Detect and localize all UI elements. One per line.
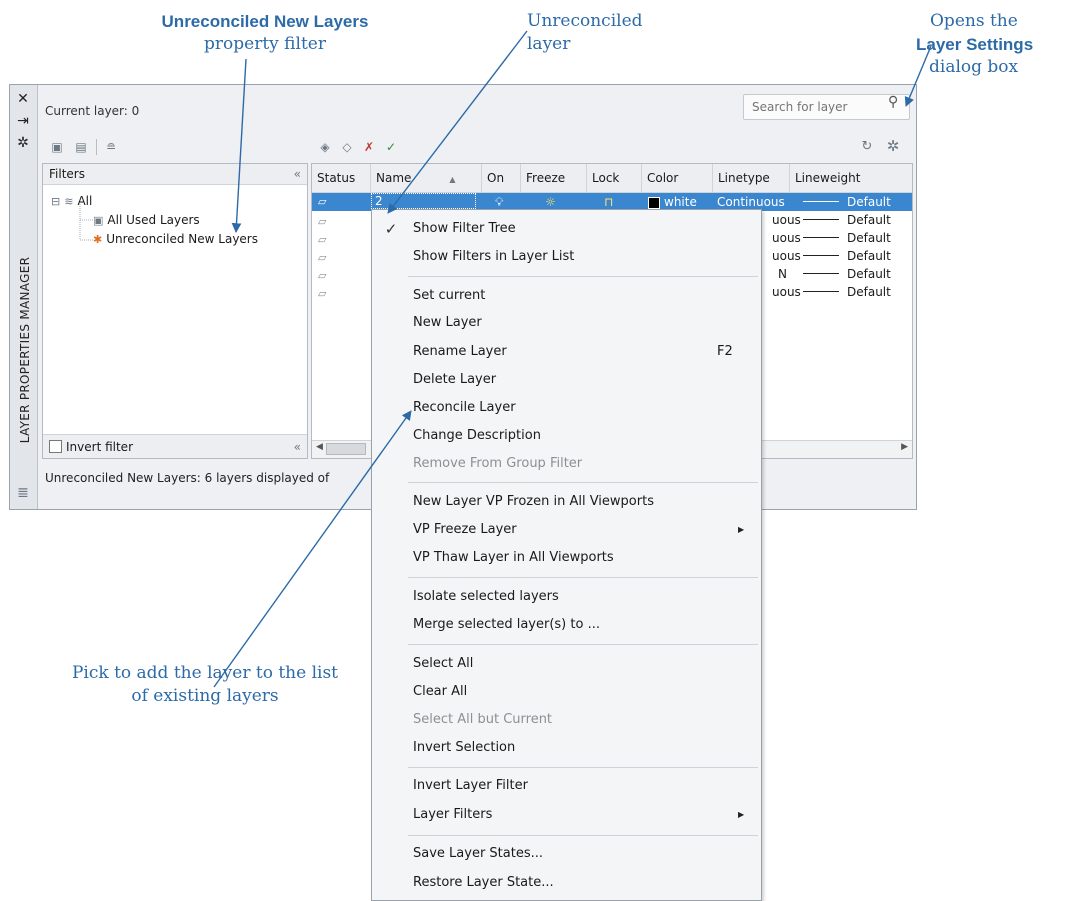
leader-settings-arrow [904,45,932,107]
annotation-leaders [213,30,932,688]
leader-layer-arrow [387,30,528,214]
leader-filter-arrow [231,58,247,233]
leader-reconcile-arrow [213,410,412,688]
